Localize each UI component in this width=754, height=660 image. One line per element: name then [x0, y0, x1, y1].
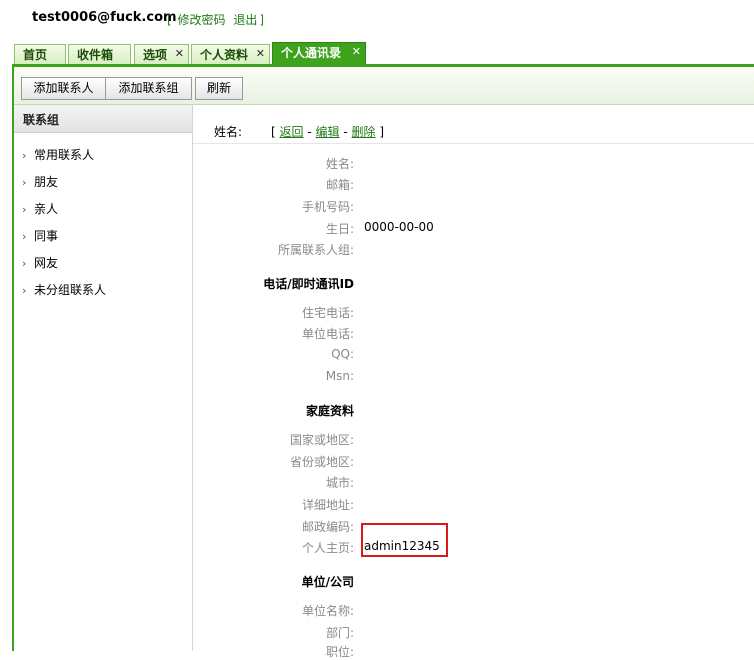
close-icon[interactable]: ✕ — [352, 42, 361, 62]
highlight-box — [361, 523, 448, 557]
close-icon[interactable]: ✕ — [256, 44, 265, 64]
contact-name-label: 姓名: — [214, 125, 243, 139]
group-item-friends[interactable]: › 朋友 — [22, 173, 58, 190]
group-label: 朋友 — [34, 175, 59, 189]
section-title-home: 家庭资料 — [305, 404, 354, 418]
tab-bar: 首页 收件箱 选项 ✕ 个人资料 ✕ 个人通讯录 ✕ — [0, 40, 754, 65]
close-icon[interactable]: ✕ — [175, 44, 184, 64]
tab-home[interactable]: 首页 — [14, 44, 66, 65]
field-label-home-phone: 住宅电话: — [301, 306, 354, 320]
bracket-close: ] — [379, 125, 385, 139]
section-title-company: 单位/公司 — [301, 575, 354, 589]
group-label: 常用联系人 — [34, 148, 95, 162]
group-panel-header: 联系组 — [14, 105, 192, 133]
group-item-netfriends[interactable]: › 网友 — [22, 254, 58, 271]
separator: - — [307, 125, 312, 139]
tab-profile-label: 个人资料 — [200, 48, 249, 62]
tab-address-book-label: 个人通讯录 — [281, 46, 342, 60]
chevron-right-icon: › — [22, 203, 27, 216]
group-label: 未分组联系人 — [34, 283, 107, 297]
section-title-phone: 电话/即时通讯ID — [263, 277, 354, 291]
account-links: [ 修改密码 退出] — [167, 11, 264, 28]
field-label-group: 所属联系人组: — [277, 243, 354, 257]
group-item-family[interactable]: › 亲人 — [22, 200, 58, 217]
field-label-company-name: 单位名称: — [301, 604, 354, 618]
tab-options-label: 选项 — [143, 48, 168, 62]
logout-link[interactable]: 退出 — [233, 13, 257, 27]
group-label: 网友 — [34, 256, 59, 270]
bracket-open: [ — [167, 13, 172, 27]
top-bar: test0006@fuck.com [ 修改密码 退出] — [0, 0, 754, 40]
field-label-country: 国家或地区: — [289, 433, 354, 447]
field-label-province: 省份或地区: — [289, 455, 354, 469]
field-label-qq: QQ: — [331, 347, 354, 361]
contact-header: 姓名: [ 返回 - 编辑 - 删除 ] — [193, 105, 754, 144]
add-group-button[interactable]: 添加联系组 — [105, 77, 192, 100]
tab-address-book[interactable]: 个人通讯录 ✕ — [272, 42, 366, 65]
bracket-open: [ — [271, 125, 276, 139]
add-contact-button[interactable]: 添加联系人 — [21, 77, 106, 100]
tab-options[interactable]: 选项 ✕ — [134, 44, 189, 65]
chevron-right-icon: › — [22, 230, 27, 243]
back-link[interactable]: 返回 — [280, 125, 304, 139]
edit-link[interactable]: 编辑 — [316, 125, 340, 139]
separator: - — [343, 125, 348, 139]
user-email: test0006@fuck.com — [32, 10, 177, 25]
group-item-colleagues[interactable]: › 同事 — [22, 227, 58, 244]
field-label-work-phone: 单位电话: — [301, 327, 354, 341]
chevron-right-icon: › — [22, 284, 27, 297]
field-label-position: 职位: — [325, 645, 354, 659]
field-label-name: 姓名: — [325, 157, 354, 171]
field-label-department: 部门: — [325, 626, 354, 640]
contact-actions: [ 返回 - 编辑 - 删除 ] — [271, 123, 384, 140]
group-item-ungrouped[interactable]: › 未分组联系人 — [22, 281, 106, 298]
change-password-link[interactable]: 修改密码 — [178, 13, 226, 27]
group-label: 亲人 — [34, 202, 59, 216]
field-label-mobile: 手机号码: — [301, 200, 354, 214]
tab-home-label: 首页 — [23, 48, 48, 62]
birthday-value: 0000-00-00 — [364, 220, 434, 234]
field-label-address: 详细地址: — [301, 498, 354, 512]
chevron-right-icon: › — [22, 176, 27, 189]
bracket-close: ] — [259, 13, 265, 27]
group-panel-title: 联系组 — [23, 113, 60, 127]
group-label: 同事 — [34, 229, 59, 243]
delete-link[interactable]: 删除 — [352, 125, 376, 139]
chevron-right-icon: › — [22, 149, 27, 162]
field-label-msn: Msn: — [325, 369, 354, 383]
group-panel: 联系组 › 常用联系人 › 朋友 › 亲人 › 同事 › 网友 › 未分组联系人 — [14, 105, 193, 651]
group-item-frequent[interactable]: › 常用联系人 — [22, 146, 94, 163]
tab-profile[interactable]: 个人资料 ✕ — [191, 44, 270, 65]
toolbar: 添加联系人 添加联系组 刷新 — [14, 67, 754, 105]
field-label-postcode: 邮政编码: — [301, 520, 354, 534]
field-label-birthday: 生日: — [325, 222, 354, 236]
field-label-email: 邮箱: — [325, 178, 354, 192]
refresh-button[interactable]: 刷新 — [195, 77, 243, 100]
field-label-city: 城市: — [325, 476, 354, 490]
tab-inbox-label: 收件箱 — [77, 48, 114, 62]
field-label-homepage: 个人主页: — [301, 541, 354, 555]
chevron-right-icon: › — [22, 257, 27, 270]
tab-inbox[interactable]: 收件箱 — [68, 44, 131, 65]
